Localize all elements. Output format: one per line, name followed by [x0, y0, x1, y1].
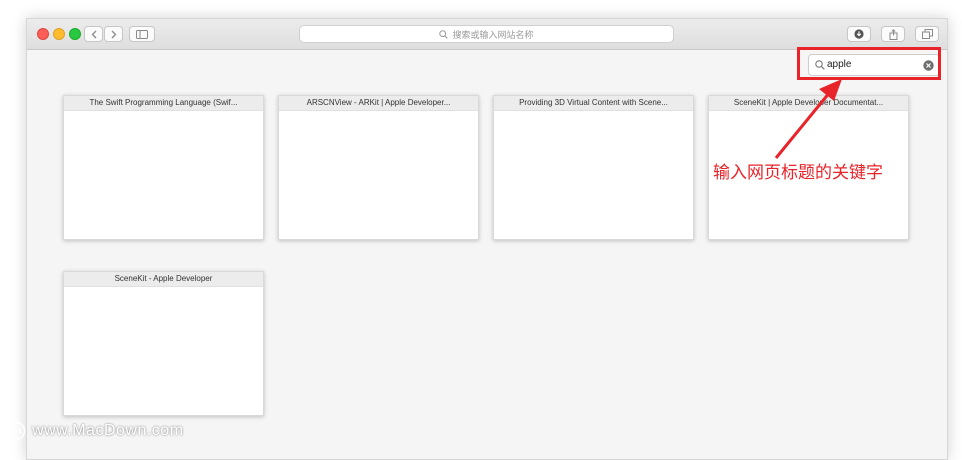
search-icon	[439, 29, 449, 39]
tab-thumbnail-title: SceneKit | Apple Developer Documentat...	[709, 96, 908, 111]
tab-thumbnail-title: Providing 3D Virtual Content with Scene.…	[494, 96, 693, 111]
downloads-button[interactable]	[847, 26, 871, 42]
address-bar[interactable]: 搜索或输入网站名称	[299, 25, 674, 43]
toolbar: 搜索或输入网站名称	[27, 19, 947, 50]
chevron-right-icon	[111, 30, 116, 38]
watermark: www.MacDown.com	[6, 421, 184, 441]
minimize-window-button[interactable]	[53, 28, 65, 40]
tab-thumbnail-title: ARSCNView - ARKit | Apple Developer...	[279, 96, 478, 111]
sidebar-button[interactable]	[129, 26, 155, 42]
forward-button[interactable]	[104, 26, 123, 42]
tabs-icon	[921, 29, 933, 39]
tab-thumbnail[interactable]: SceneKit - Apple Developer	[63, 271, 264, 416]
watermark-logo-icon	[6, 421, 26, 441]
share-button[interactable]	[881, 26, 905, 42]
search-highlight-box	[797, 47, 941, 80]
share-icon	[889, 28, 897, 40]
annotation-label: 输入网页标题的关键字	[713, 163, 883, 183]
browser-window: 搜索或输入网站名称 apple The Swift Programming La…	[26, 18, 948, 460]
tab-thumbnail-title: The Swift Programming Language (Swif...	[64, 96, 263, 111]
sidebar-icon	[136, 29, 148, 39]
tab-thumbnail-title: SceneKit - Apple Developer	[64, 272, 263, 287]
tab-thumbnail[interactable]: Providing 3D Virtual Content with Scene.…	[493, 95, 694, 240]
close-window-button[interactable]	[37, 28, 49, 40]
address-placeholder: 搜索或输入网站名称	[452, 29, 534, 40]
back-button[interactable]	[84, 26, 103, 42]
tab-thumbnail[interactable]: ARSCNView - ARKit | Apple Developer...	[278, 95, 479, 240]
zoom-window-button[interactable]	[69, 28, 81, 40]
watermark-text: www.MacDown.com	[32, 422, 184, 439]
download-icon	[854, 29, 864, 39]
tab-overview-button[interactable]	[915, 26, 939, 42]
tab-thumbnail[interactable]: The Swift Programming Language (Swif...	[63, 95, 264, 240]
chevron-left-icon	[91, 30, 96, 38]
